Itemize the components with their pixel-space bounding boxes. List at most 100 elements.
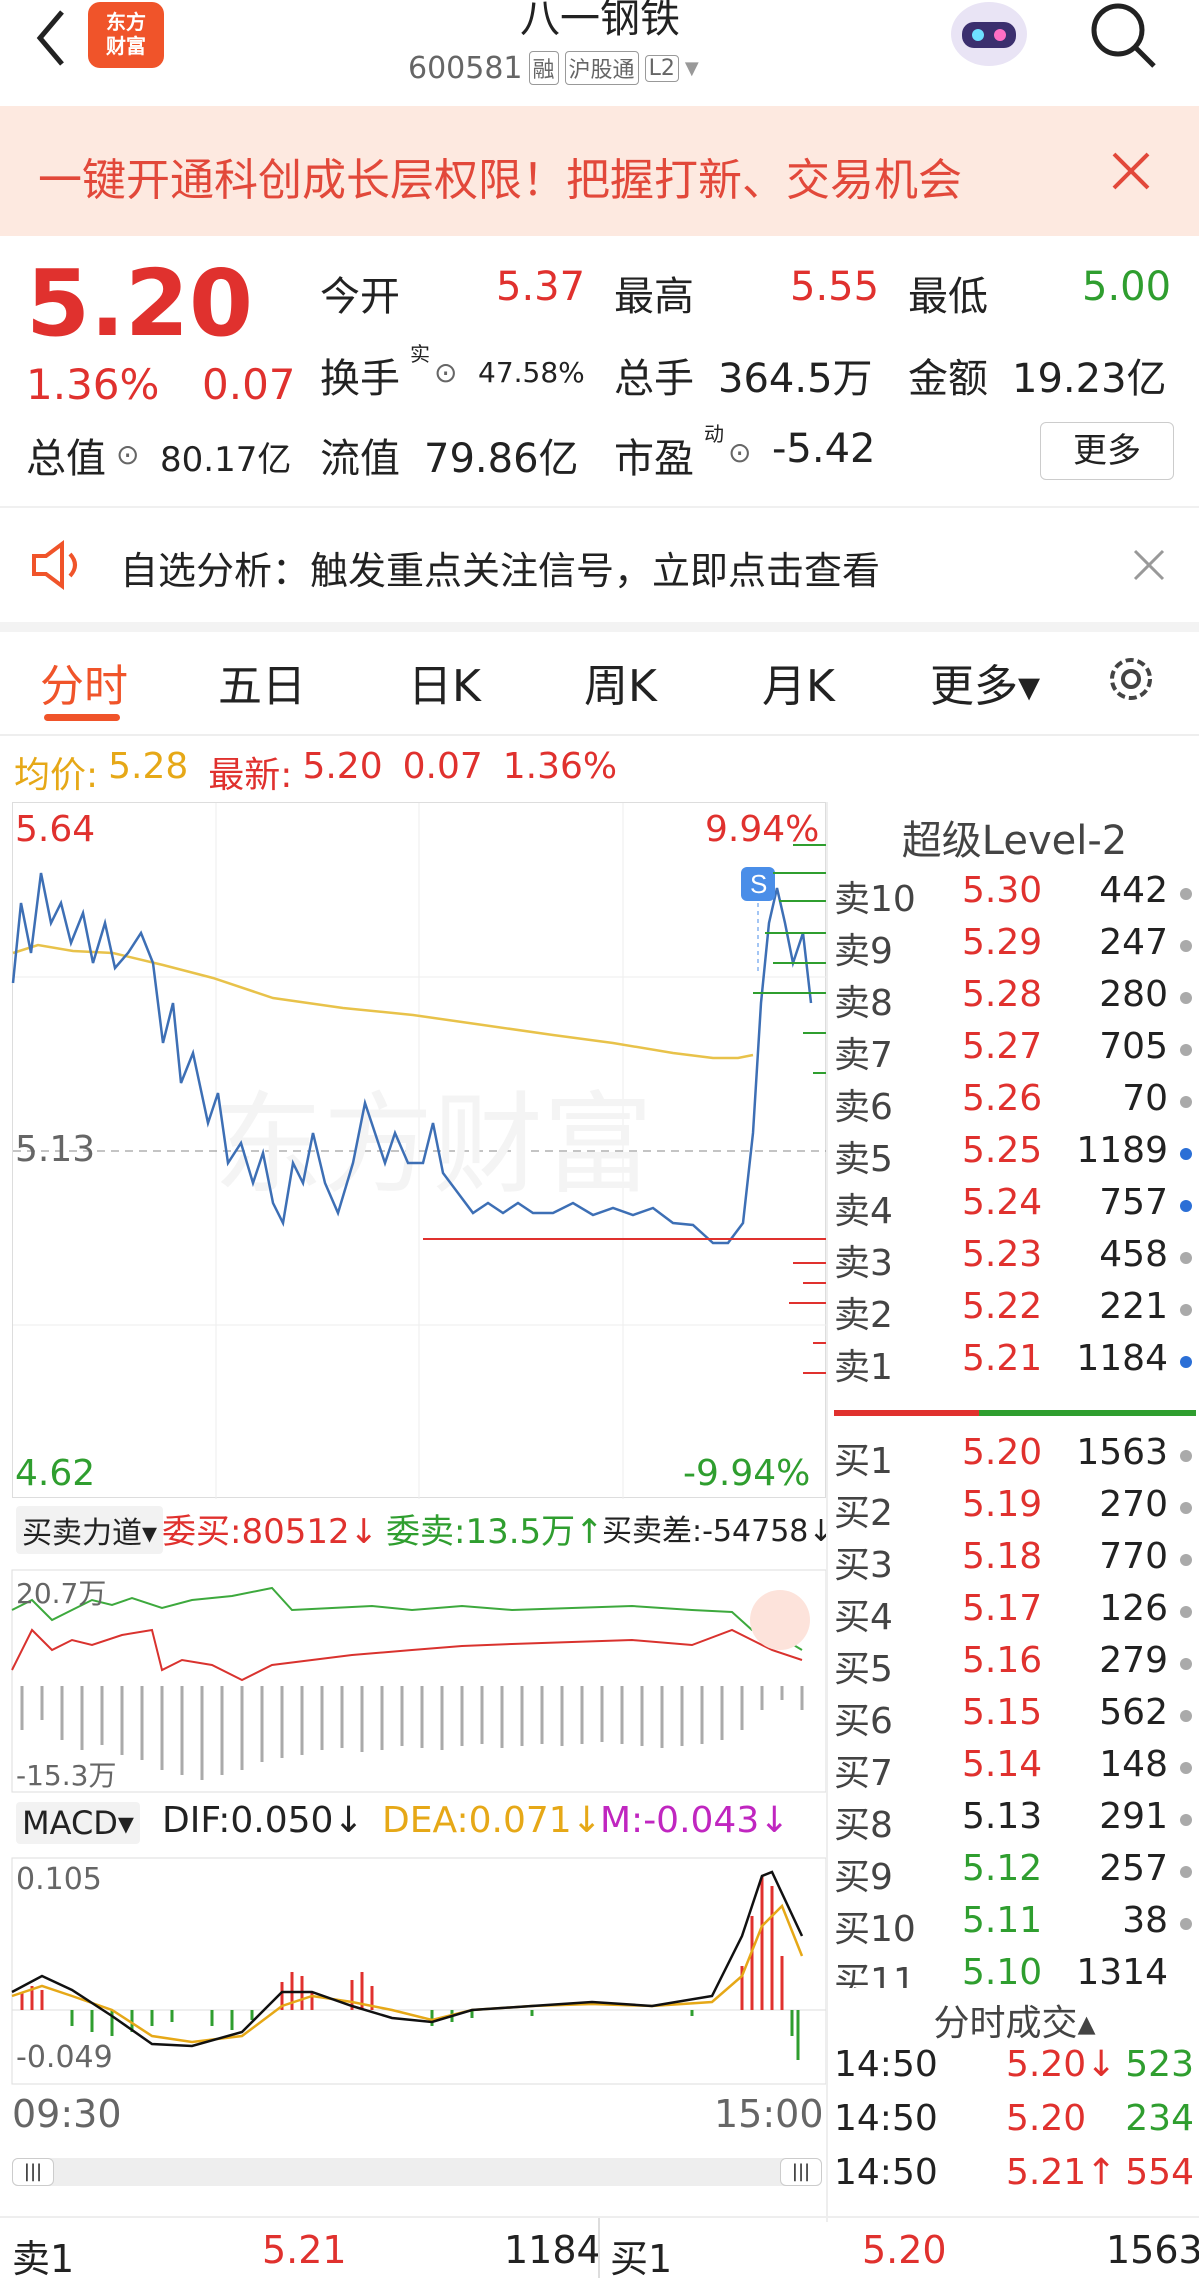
ask-level-label: 卖2 xyxy=(834,1295,893,1336)
avg-price-line xyxy=(12,943,754,1060)
order-dot-icon xyxy=(1180,1356,1192,1368)
force-bottom-label: -15.3万 xyxy=(16,1759,117,1792)
bid-level-label: 买7 xyxy=(834,1753,893,1794)
bid-row[interactable]: 买6 5.15 562 xyxy=(834,1692,1196,1742)
bid-price: 5.16 xyxy=(962,1640,1043,1681)
close-icon[interactable] xyxy=(1132,548,1166,582)
ask-volume: 280 xyxy=(1099,974,1168,1015)
bid-row[interactable]: 买3 5.18 770 xyxy=(834,1536,1196,1586)
bid-price: 5.18 xyxy=(962,1536,1043,1577)
ask-volume: 1189 xyxy=(1076,1130,1168,1171)
tab-five-day[interactable]: 五日 xyxy=(218,650,306,714)
tick-time: 14:50 xyxy=(834,2044,938,2085)
bid-volume: 562 xyxy=(1099,1692,1168,1733)
chart-scrollbar[interactable]: ||| ||| xyxy=(12,2158,822,2186)
bid-volume: 1563 xyxy=(1076,1432,1168,1473)
pe-info-icon[interactable]: ⊙ xyxy=(728,436,751,469)
stock-code-row[interactable]: 600581 融 沪股通 L2 ▼ xyxy=(408,48,699,88)
pe-label: 市盈 xyxy=(614,436,694,482)
tab-underline xyxy=(44,714,120,721)
tab-monthly-k[interactable]: 月K xyxy=(762,650,835,714)
ask-price: 5.25 xyxy=(962,1130,1043,1171)
ask-row[interactable]: 卖7 5.27 705 xyxy=(834,1026,1196,1076)
tick-trades-panel[interactable]: 分时成交▴ 14:50 5.20↓ 523 14:50 5.20 234 14:50 5.21… xyxy=(830,1988,1199,2220)
bid-row[interactable]: 买7 5.14 148 xyxy=(834,1744,1196,1794)
gear-icon[interactable] xyxy=(1102,650,1160,708)
notice-bar[interactable]: 自选分析：触发重点关注信号，立即点击查看 xyxy=(0,510,1199,620)
ask-row[interactable]: 卖2 5.22 221 xyxy=(834,1286,1196,1336)
force-indicator-panel[interactable]: 买卖力道▾ 委买:80512↓ 委卖:13.5万↑ 买卖差:-54758↓ 20… xyxy=(11,1500,834,1794)
ask-row[interactable]: 卖3 5.23 458 xyxy=(834,1234,1196,1284)
tab-weekly-k[interactable]: 周K xyxy=(584,650,657,714)
tab-intraday[interactable]: 分时 xyxy=(40,650,128,714)
ask-volume: 757 xyxy=(1099,1182,1168,1223)
app-logo: 东方 财富 xyxy=(88,2,164,68)
ask-row[interactable]: 卖6 5.26 70 xyxy=(834,1078,1196,1128)
ask-row[interactable]: 卖9 5.29 247 xyxy=(834,922,1196,972)
order-dot-icon xyxy=(1180,1918,1192,1930)
latest-pct: 1.36% xyxy=(502,746,618,787)
order-dot-icon xyxy=(1180,1710,1192,1722)
ask-price: 5.22 xyxy=(962,1286,1043,1327)
bottom-ask-price: 5.21 xyxy=(262,2228,347,2272)
tick-volume: 234 xyxy=(1125,2098,1194,2139)
sell-marker[interactable]: S xyxy=(741,867,775,901)
turnover-sup: 实 xyxy=(410,342,430,366)
ask-price: 5.26 xyxy=(962,1078,1043,1119)
ask-row[interactable]: 卖8 5.28 280 xyxy=(834,974,1196,1024)
scroll-handle-left[interactable]: ||| xyxy=(12,2158,54,2186)
macd-panel[interactable]: MACD▾ DIF:0.050↓ DEA:0.071↓ M:-0.043↓ 0.… xyxy=(11,1796,827,2086)
avg-label: 均价: xyxy=(14,755,99,796)
bid-row[interactable]: 买2 5.19 270 xyxy=(834,1484,1196,1534)
ask-row[interactable]: 卖1 5.21 1184 xyxy=(834,1338,1196,1388)
bottom-bid-price: 5.20 xyxy=(862,2228,947,2272)
ask-row[interactable]: 卖5 5.25 1189 xyxy=(834,1130,1196,1180)
scroll-handle-right[interactable]: ||| xyxy=(780,2158,822,2186)
tab-more[interactable]: 更多▾ xyxy=(930,650,1040,714)
tick-trades-title[interactable]: 分时成交▴ xyxy=(830,1994,1199,2046)
bid-row[interactable]: 买10 5.11 38 xyxy=(834,1900,1196,1950)
order-dot-icon xyxy=(1180,1502,1192,1514)
bid-price: 5.14 xyxy=(962,1744,1043,1785)
ask-row[interactable]: 卖4 5.24 757 xyxy=(834,1182,1196,1232)
robot-assistant-icon[interactable] xyxy=(944,0,1034,74)
bid-row[interactable]: 买4 5.17 126 xyxy=(834,1588,1196,1638)
close-icon[interactable] xyxy=(1110,150,1152,192)
tick-volume: 554 xyxy=(1125,2152,1194,2193)
order-dot-icon xyxy=(1180,1252,1192,1264)
ask-row[interactable]: 卖10 5.30 442 xyxy=(834,870,1196,920)
bid-row[interactable]: 买8 5.13 291 xyxy=(834,1796,1196,1846)
ask-level-label: 卖7 xyxy=(834,1035,893,1076)
intraday-chart[interactable]: 东方财富 S 5.64 9.94% 5.13 4.62 -9.94% xyxy=(11,802,827,1499)
float-label: 流值 xyxy=(320,436,400,482)
badge-margin: 融 xyxy=(528,51,559,85)
mcap-label: 总值 xyxy=(26,436,106,482)
ask-level-label: 卖1 xyxy=(834,1347,893,1388)
bottom-quote-bar[interactable]: 卖1 5.21 1184 买1 5.20 1563 xyxy=(0,2216,1199,2278)
notice-text: 自选分析：触发重点关注信号，立即点击查看 xyxy=(120,549,881,593)
tab-daily-k[interactable]: 日K xyxy=(408,650,481,714)
volume-label: 总手 xyxy=(614,356,694,402)
bid-row[interactable]: 买1 5.20 1563 xyxy=(834,1432,1196,1482)
promo-banner[interactable]: 一键开通科创成长层权限！把握打新、交易机会 xyxy=(0,106,1199,236)
bid-row[interactable]: 买5 5.16 279 xyxy=(834,1640,1196,1690)
change-value: 0.07 xyxy=(202,360,296,409)
bottom-ask-vol: 1184 xyxy=(504,2228,601,2272)
order-dot-icon xyxy=(1180,1450,1192,1462)
info-icon[interactable]: ⊙ xyxy=(116,438,139,471)
more-button[interactable]: 更多 xyxy=(1040,422,1174,480)
level2-panel[interactable]: 超级Level-2 卖10 5.30 442 卖9 5.29 247 卖8 5.28 280 卖7… xyxy=(830,802,1199,2002)
search-icon[interactable] xyxy=(1088,0,1158,70)
bid-row[interactable]: 买9 5.12 257 xyxy=(834,1848,1196,1898)
chart-watermark: 东方财富 xyxy=(213,1084,653,1207)
bid-level-label: 买3 xyxy=(834,1545,893,1586)
back-icon[interactable] xyxy=(22,6,72,66)
mcap-value: 80.17亿 xyxy=(160,440,292,480)
macd-top-label: 0.105 xyxy=(16,1862,102,1897)
turnover-info-icon[interactable]: ⊙ xyxy=(434,356,457,389)
bid-price: 5.17 xyxy=(962,1588,1043,1629)
ask-volume: 247 xyxy=(1099,922,1168,963)
ask-level-label: 卖10 xyxy=(834,879,916,920)
level2-title: 超级Level-2 xyxy=(901,818,1128,864)
tick-price: 5.21↑ xyxy=(1006,2152,1117,2193)
